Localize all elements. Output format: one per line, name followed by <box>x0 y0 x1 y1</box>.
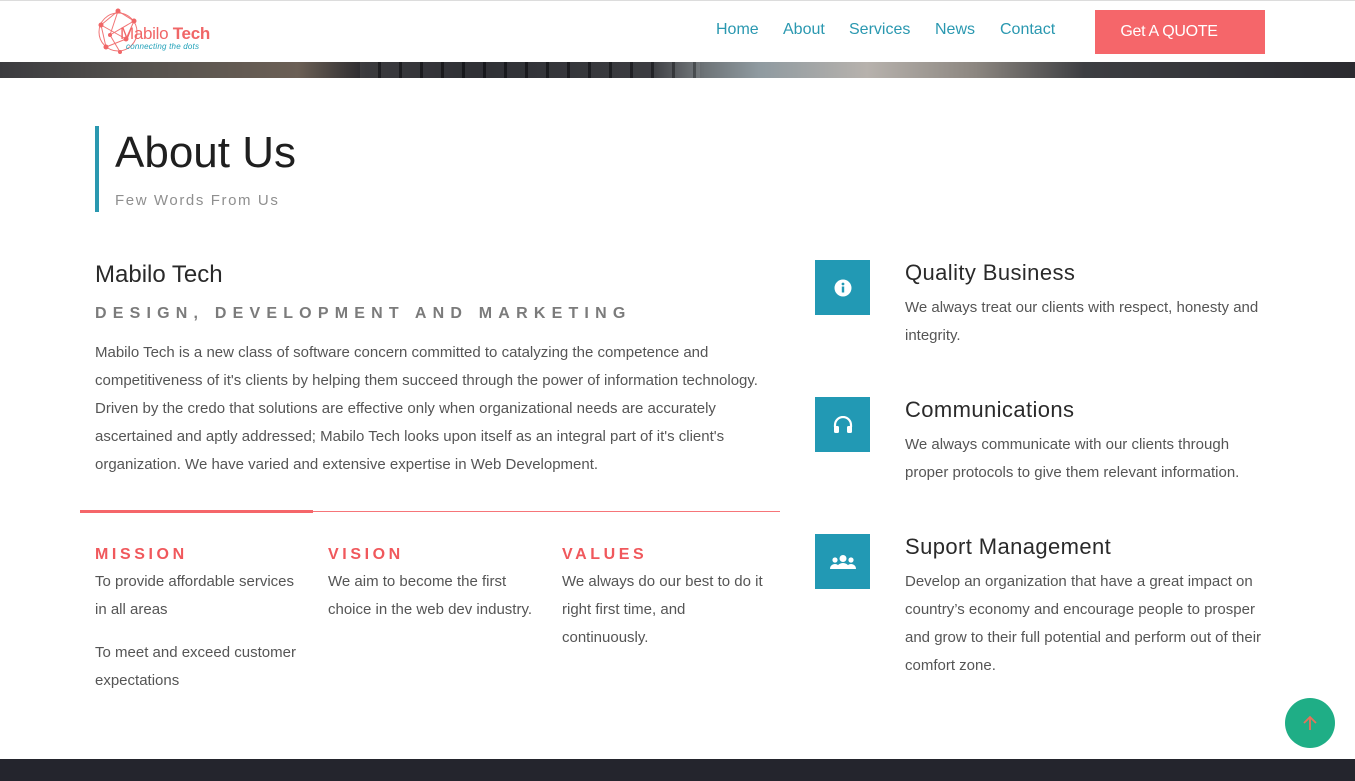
page-title: About Us <box>115 128 296 177</box>
logo[interactable]: Mabilo Tech connecting the dots <box>96 5 226 59</box>
vision-column: VISION We aim to become the first choice… <box>328 546 533 624</box>
page-subtitle: Few Words From Us <box>115 192 280 209</box>
active-tab-indicator <box>80 510 313 513</box>
footer-strip <box>0 759 1355 781</box>
logo-brand-light: Mabilo <box>120 24 169 43</box>
values-heading: VALUES <box>562 546 648 563</box>
mission-text-2: To meet and exceed customer expectations <box>95 644 296 689</box>
arrow-up-icon <box>1303 715 1317 730</box>
vision-heading: VISION <box>328 546 404 563</box>
mission-heading: MISSION <box>95 546 188 563</box>
feature-text: We always treat our clients with respect… <box>905 299 1259 344</box>
nav-services[interactable]: Services <box>849 21 910 39</box>
nav-contact[interactable]: Contact <box>1000 21 1055 39</box>
logo-wordmark: Mabilo Tech <box>120 24 210 44</box>
logo-tagline: connecting the dots <box>126 42 200 51</box>
info-icon <box>815 260 870 315</box>
section-title-block: About Us Few Words From Us <box>95 126 495 212</box>
values-text: We always do our best to do it right fir… <box>562 573 763 646</box>
users-icon <box>815 534 870 589</box>
mission-column: MISSION To provide affordable services i… <box>95 546 300 695</box>
feature-text: We always communicate with our clients t… <box>905 436 1240 481</box>
nav-home[interactable]: Home <box>716 21 759 39</box>
feature-text: Develop an organization that have a grea… <box>905 573 1262 674</box>
get-quote-button[interactable]: Get A QUOTE <box>1095 10 1265 54</box>
company-description: Mabilo Tech is a new class of software c… <box>95 344 758 473</box>
company-name: Mabilo Tech <box>95 261 223 288</box>
hero-image-strip <box>0 62 1355 78</box>
nav-about[interactable]: About <box>783 21 825 39</box>
feature-title: Quality Business <box>905 260 1076 285</box>
logo-brand-bold: Tech <box>172 24 211 43</box>
vision-text: We aim to become the first choice in the… <box>328 573 533 618</box>
nav-news[interactable]: News <box>935 21 975 39</box>
top-navbar: Mabilo Tech connecting the dots Home Abo… <box>0 0 1355 62</box>
scroll-to-top-button[interactable] <box>1285 698 1335 748</box>
feature-title: Communications <box>905 397 1075 422</box>
company-tagline: DESIGN, DEVELOPMENT AND MARKETING <box>95 305 632 322</box>
mission-text-1: To provide affordable services in all ar… <box>95 573 294 618</box>
headphones-icon <box>815 397 870 452</box>
values-column: VALUES We always do our best to do it ri… <box>562 546 767 652</box>
feature-title: Suport Management <box>905 534 1112 559</box>
